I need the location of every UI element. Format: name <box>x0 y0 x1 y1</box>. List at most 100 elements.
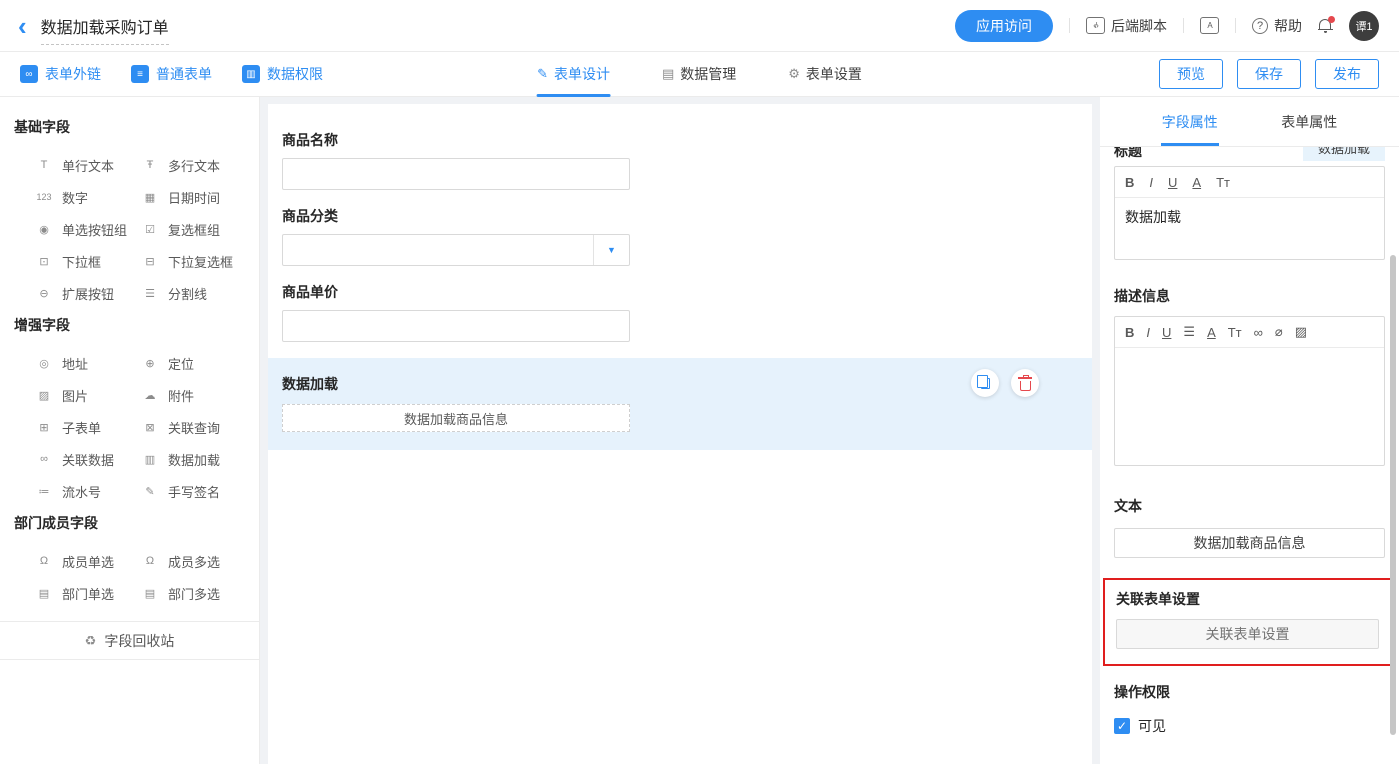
underline-icon[interactable]: U <box>1162 325 1171 340</box>
product-name-input[interactable] <box>282 158 630 190</box>
panel-scrollbar[interactable] <box>1390 255 1396 735</box>
italic-icon[interactable]: I <box>1146 325 1150 340</box>
field-item-address[interactable]: ◎地址 <box>34 354 140 373</box>
notification-dot <box>1328 16 1335 23</box>
font-size-icon[interactable]: Tт <box>1228 325 1242 340</box>
permission-section-label: 操作权限 <box>1114 682 1385 702</box>
avatar[interactable]: 谭1 <box>1349 11 1379 41</box>
title-section-label: 标题 <box>1114 147 1142 161</box>
data-permission-button[interactable]: ▥ 数据权限 <box>242 64 323 84</box>
canvas-field-data-load-selected[interactable]: 数据加载 数据加载商品信息 <box>268 358 1092 450</box>
canvas-field-product-price[interactable]: 商品单价 <box>268 282 1092 342</box>
field-item-dropdown[interactable]: ⊡下拉框 <box>34 252 140 271</box>
page-title[interactable]: 数据加载采购订单 <box>41 20 169 45</box>
italic-icon[interactable]: I <box>1149 175 1153 190</box>
field-item-location[interactable]: ⊕定位 <box>140 354 246 373</box>
field-item-subform[interactable]: ⊞子表单 <box>34 418 140 437</box>
data-load-action-button[interactable]: 数据加载商品信息 <box>282 404 630 432</box>
signature-icon: ✎ <box>140 485 160 498</box>
trash-icon <box>1020 381 1031 391</box>
tab-form-settings[interactable]: ⚙ 表单设置 <box>788 52 862 97</box>
field-item-label: 复选框组 <box>168 220 220 239</box>
font-color-icon[interactable]: A <box>1207 325 1216 340</box>
underline-icon[interactable]: U <box>1168 175 1177 190</box>
field-item-member-multi[interactable]: Ω成员多选 <box>140 552 246 571</box>
backend-script-button[interactable]: ‹/› 后端脚本 <box>1086 16 1167 36</box>
form-toolbar: ∞ 表单外链 ≡ 普通表单 ▥ 数据权限 ✎ 表单设计 ▤ 数据管理 ⚙ 表单设… <box>0 52 1399 97</box>
publish-button[interactable]: 发布 <box>1315 59 1379 89</box>
font-color-icon[interactable]: A <box>1192 175 1201 190</box>
backend-script-label: 后端脚本 <box>1111 16 1167 36</box>
preview-button[interactable]: 预览 <box>1159 59 1223 89</box>
field-item-relation-query[interactable]: ⊠关联查询 <box>140 418 246 437</box>
field-recycle-bin[interactable]: ♻ 字段回收站 <box>0 621 259 660</box>
image-icon[interactable]: ▨ <box>1295 324 1307 340</box>
field-item-attachment[interactable]: ☁附件 <box>140 386 246 405</box>
field-item-member-single[interactable]: Ω成员单选 <box>34 552 140 571</box>
divider <box>1069 18 1070 33</box>
field-item-radio-group[interactable]: ◉单选按钮组 <box>34 220 140 239</box>
visible-checkbox-row[interactable]: ✓ 可见 <box>1114 716 1385 736</box>
back-icon[interactable]: ‹ <box>18 13 27 39</box>
link-icon[interactable]: ∞ <box>1254 325 1263 340</box>
text-value-button[interactable]: 数据加载商品信息 <box>1114 528 1385 558</box>
field-item-multi-line-text[interactable]: Ŧ多行文本 <box>140 156 246 175</box>
unlink-icon[interactable]: ⌀ <box>1275 324 1283 340</box>
field-item-image[interactable]: ▨图片 <box>34 386 140 405</box>
form-canvas[interactable]: 商品名称 商品分类 ▼ 商品单价 数据加载 数据加载商品信息 <box>268 104 1092 764</box>
field-label: 商品名称 <box>282 130 1078 150</box>
product-price-input[interactable] <box>282 310 630 342</box>
app-access-button[interactable]: 应用访问 <box>955 10 1053 42</box>
field-item-serial-number[interactable]: ≔流水号 <box>34 482 140 501</box>
tab-data-management[interactable]: ▤ 数据管理 <box>662 52 736 97</box>
field-item-signature[interactable]: ✎手写签名 <box>140 482 246 501</box>
field-item-single-line-text[interactable]: T单行文本 <box>34 156 140 175</box>
annotation-highlight-box: 关联表单设置 关联表单设置 <box>1103 578 1392 666</box>
delete-field-button[interactable] <box>1011 369 1039 397</box>
canvas-field-product-category[interactable]: 商品分类 ▼ <box>268 206 1092 266</box>
field-item-dropdown-multi[interactable]: ⊟下拉复选框 <box>140 252 246 271</box>
description-rich-editor[interactable]: B I U ☰ A Tт ∞ ⌀ ▨ <box>1114 316 1385 466</box>
normal-form-label: 普通表单 <box>156 64 212 84</box>
copy-field-button[interactable] <box>971 369 999 397</box>
bold-icon[interactable]: B <box>1125 325 1134 340</box>
field-item-extend-button[interactable]: ⊖扩展按钮 <box>34 284 140 303</box>
title-editor-value[interactable]: 数据加载 <box>1115 198 1384 259</box>
copy-icon <box>981 378 990 389</box>
field-item-data-load[interactable]: ▥数据加载 <box>140 450 246 469</box>
field-item-label: 部门单选 <box>62 584 114 603</box>
description-editor-value[interactable] <box>1115 348 1384 465</box>
form-external-link-button[interactable]: ∞ 表单外链 <box>20 64 101 84</box>
field-item-dept-multi[interactable]: ▤部门多选 <box>140 584 246 603</box>
tab-form-design[interactable]: ✎ 表单设计 <box>537 52 610 97</box>
field-item-dept-single[interactable]: ▤部门单选 <box>34 584 140 603</box>
recycle-icon: ♻ <box>85 633 97 649</box>
contacts-icon[interactable]: A <box>1200 17 1219 34</box>
link-icon: ∞ <box>20 65 38 83</box>
related-form-settings-button[interactable]: 关联表单设置 <box>1116 619 1379 649</box>
title-badge[interactable]: 数据加载 <box>1303 147 1385 161</box>
canvas-field-product-name[interactable]: 商品名称 <box>268 130 1092 190</box>
font-size-icon[interactable]: Tт <box>1216 175 1230 190</box>
extend-button-icon: ⊖ <box>34 287 54 300</box>
notification-bell-icon[interactable] <box>1318 19 1333 33</box>
tab-field-properties[interactable]: 字段属性 <box>1130 97 1250 146</box>
field-item-relation-data[interactable]: ∞关联数据 <box>34 450 140 469</box>
checked-checkbox[interactable]: ✓ <box>1114 718 1130 734</box>
field-item-checkbox-group[interactable]: ☑复选框组 <box>140 220 246 239</box>
title-rich-editor[interactable]: B I U A Tт 数据加载 <box>1114 166 1385 260</box>
help-button[interactable]: ? 帮助 <box>1252 16 1302 36</box>
select-caret-icon: ▼ <box>593 235 629 265</box>
single-line-text-icon: T <box>34 159 54 171</box>
field-item-divider[interactable]: ☰分割线 <box>140 284 246 303</box>
save-button[interactable]: 保存 <box>1237 59 1301 89</box>
bold-icon[interactable]: B <box>1125 175 1134 190</box>
field-item-label: 日期时间 <box>168 188 220 207</box>
product-category-select[interactable]: ▼ <box>282 234 630 266</box>
field-item-number[interactable]: 123数字 <box>34 188 140 207</box>
tab-form-properties[interactable]: 表单属性 <box>1250 97 1370 146</box>
field-item-datetime[interactable]: ▦日期时间 <box>140 188 246 207</box>
normal-form-button[interactable]: ≡ 普通表单 <box>131 64 212 84</box>
align-icon[interactable]: ☰ <box>1183 324 1195 340</box>
properties-panel: 字段属性 表单属性 标题 数据加载 B I U A Tт 数据加载 描述信息 <box>1100 97 1399 764</box>
